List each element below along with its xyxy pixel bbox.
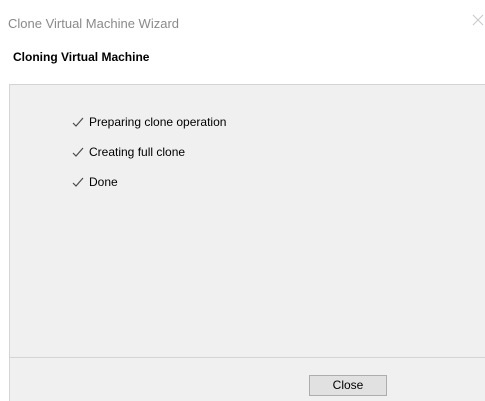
- checkmark-icon: [71, 145, 85, 159]
- step-label: Preparing clone operation: [89, 115, 227, 129]
- checkmark-icon: [71, 115, 85, 129]
- title-bar: Clone Virtual Machine Wizard: [0, 0, 485, 46]
- step-item: Done: [71, 174, 226, 190]
- step-label: Done: [89, 175, 118, 189]
- footer-bar: Close: [10, 358, 485, 401]
- step-list: Preparing clone operation Creating full …: [71, 114, 226, 204]
- step-label: Creating full clone: [89, 145, 186, 159]
- close-icon-glyph: [472, 14, 484, 26]
- page-heading: Cloning Virtual Machine: [13, 50, 150, 64]
- close-icon[interactable]: [471, 13, 485, 27]
- clone-wizard-window: Clone Virtual Machine Wizard Cloning Vir…: [0, 0, 485, 401]
- window-title: Clone Virtual Machine Wizard: [8, 16, 179, 31]
- close-button[interactable]: Close: [309, 375, 387, 396]
- step-item: Preparing clone operation: [71, 114, 226, 130]
- checkmark-icon: [71, 175, 85, 189]
- content-panel: Preparing clone operation Creating full …: [10, 85, 485, 357]
- step-item: Creating full clone: [71, 144, 226, 160]
